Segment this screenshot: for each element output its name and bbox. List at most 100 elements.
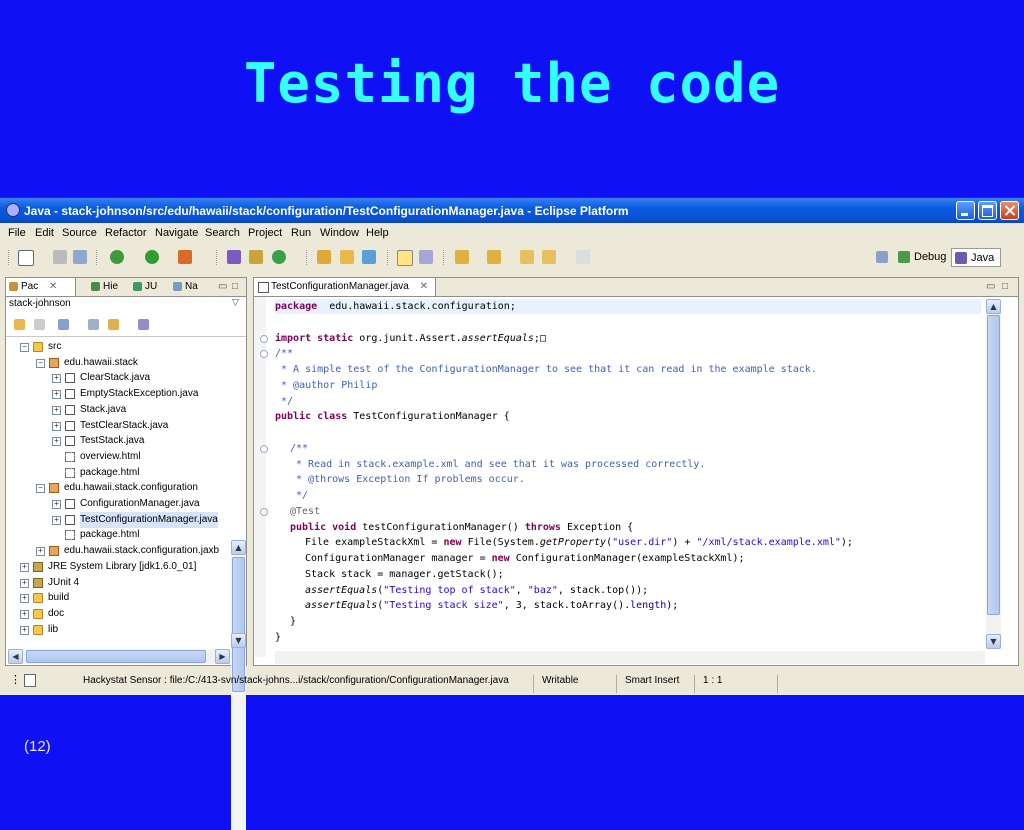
java-file-icon	[65, 404, 75, 415]
code-line: * A simple test of the ConfigurationMana…	[275, 362, 817, 377]
fast-view-icon[interactable]: ⋮	[10, 673, 21, 686]
expand-icon[interactable]: +	[52, 500, 61, 509]
expand-icon[interactable]: +	[20, 625, 29, 635]
cursor-position-status: 1 : 1	[703, 675, 723, 686]
fold-toggle-icon[interactable]	[260, 350, 268, 359]
code-token: File exampleStackXml =	[305, 537, 444, 549]
new-fast-view-icon[interactable]	[24, 674, 36, 687]
scroll-up-button[interactable]: ▲	[986, 299, 1001, 314]
scrollbar-thumb[interactable]	[987, 315, 1000, 615]
previous-annotation-icon[interactable]	[487, 250, 501, 264]
project-tree[interactable]: − src − edu.hawaii.stack + ClearStack.java + Em…	[6, 339, 236, 639]
debug-run-icon[interactable]	[110, 250, 124, 264]
back-icon[interactable]	[542, 250, 556, 264]
menu-search[interactable]: Search	[205, 227, 240, 239]
link-with-editor-icon[interactable]	[108, 319, 119, 330]
minimize-editor-icon[interactable]: ▭	[986, 281, 995, 292]
close-button[interactable]	[1000, 201, 1019, 220]
tab-label: Hie	[103, 281, 119, 292]
fold-toggle-icon[interactable]	[260, 334, 268, 343]
expand-icon[interactable]: +	[36, 547, 45, 557]
save-icon[interactable]	[53, 250, 67, 264]
minimize-button[interactable]	[956, 201, 975, 220]
fold-toggle-icon[interactable]	[260, 444, 268, 453]
print-icon[interactable]	[73, 250, 87, 264]
menu-refactor[interactable]: Refactor	[105, 227, 147, 239]
new-class-icon[interactable]	[272, 250, 286, 264]
maximize-button[interactable]	[978, 201, 997, 220]
tab-navigator[interactable]: Na	[170, 278, 210, 296]
collapse-icon[interactable]: −	[20, 343, 29, 352]
menu-project[interactable]: Project	[248, 227, 282, 239]
view-menu-icon[interactable]	[138, 319, 149, 330]
run-icon[interactable]	[145, 250, 159, 264]
tab-hierarchy[interactable]: Hie	[88, 278, 128, 296]
expand-icon[interactable]: +	[52, 437, 61, 447]
collapse-icon[interactable]: −	[36, 358, 45, 368]
scroll-right-button[interactable]: ▶	[215, 649, 230, 664]
code-token: ConfigurationManager manager =	[305, 553, 492, 564]
scroll-left-button[interactable]: ◀	[8, 649, 23, 664]
java-file-icon	[65, 389, 75, 400]
menu-file[interactable]: File	[8, 227, 26, 239]
expand-icon[interactable]: +	[20, 609, 29, 619]
expand-icon[interactable]: +	[20, 578, 29, 588]
expand-icon[interactable]: +	[20, 594, 29, 604]
forward-icon[interactable]	[576, 250, 590, 264]
tab-package-explorer[interactable]: Pac ✕	[6, 278, 76, 296]
last-edit-location-icon[interactable]	[520, 250, 534, 264]
new-java-project-icon[interactable]	[227, 250, 241, 264]
tab-junit[interactable]: JU	[130, 278, 168, 296]
code-line: */	[275, 394, 293, 409]
collapse-icon[interactable]: −	[36, 484, 45, 494]
menu-run[interactable]: Run	[291, 227, 311, 239]
back-icon[interactable]	[14, 319, 25, 330]
expand-icon[interactable]: +	[52, 374, 61, 384]
up-icon[interactable]	[58, 319, 69, 330]
navigator-icon	[173, 282, 182, 291]
expand-icon[interactable]: +	[52, 405, 61, 415]
external-tools-icon[interactable]	[178, 250, 192, 264]
open-task-icon[interactable]	[340, 250, 354, 264]
write-mode-status: Writable	[542, 675, 579, 686]
show-whitespace-icon[interactable]	[419, 250, 433, 264]
horizontal-scrollbar[interactable]	[275, 651, 985, 664]
scroll-down-button[interactable]: ▼	[231, 633, 246, 648]
menu-navigate[interactable]: Navigate	[155, 227, 198, 239]
scroll-down-button[interactable]: ▼	[986, 634, 1001, 649]
scroll-up-button[interactable]: ▲	[231, 540, 246, 555]
fold-toggle-icon[interactable]	[260, 507, 268, 516]
menu-help[interactable]: Help	[366, 227, 389, 239]
menu-edit[interactable]: Edit	[35, 227, 54, 239]
close-tab-icon[interactable]: ✕	[420, 281, 428, 292]
forward-icon[interactable]	[34, 319, 45, 330]
window-titlebar[interactable]: Java - stack-johnson/src/edu/hawaii/stac…	[0, 198, 1024, 223]
menu-window[interactable]: Window	[320, 227, 359, 239]
expand-icon[interactable]: +	[52, 421, 61, 431]
expand-icon[interactable]: +	[52, 515, 61, 525]
java-file-icon	[65, 420, 75, 431]
collapse-all-icon[interactable]	[88, 319, 99, 330]
search-icon[interactable]	[362, 250, 376, 264]
debug-perspective-button[interactable]: Debug	[895, 248, 949, 267]
tab-test-configuration-manager[interactable]: TestConfigurationManager.java ✕	[254, 278, 436, 296]
view-menu-icon[interactable]: ▽	[232, 298, 239, 308]
maximize-view-icon[interactable]: □	[232, 281, 238, 292]
expand-icon[interactable]: +	[52, 390, 61, 400]
java-perspective-button[interactable]: Java	[951, 248, 1001, 267]
expand-icon[interactable]: +	[20, 562, 29, 572]
mark-occurrences-icon[interactable]	[397, 250, 413, 266]
next-annotation-icon[interactable]	[455, 250, 469, 264]
new-package-icon[interactable]	[249, 250, 263, 264]
minimize-view-icon[interactable]: ▭	[218, 281, 227, 292]
code-area[interactable]: package edu.hawaii.stack.configuration; i…	[275, 299, 985, 649]
code-token: , stack.top());	[557, 584, 649, 596]
scrollbar-thumb[interactable]	[26, 650, 206, 663]
new-icon[interactable]	[18, 250, 34, 266]
maximize-editor-icon[interactable]: □	[1002, 281, 1008, 292]
close-tab-icon[interactable]: ✕	[49, 281, 57, 292]
code-token: );	[666, 600, 679, 612]
menu-source[interactable]: Source	[62, 227, 97, 239]
open-perspective-button[interactable]	[873, 248, 897, 267]
open-type-icon[interactable]	[317, 250, 331, 264]
